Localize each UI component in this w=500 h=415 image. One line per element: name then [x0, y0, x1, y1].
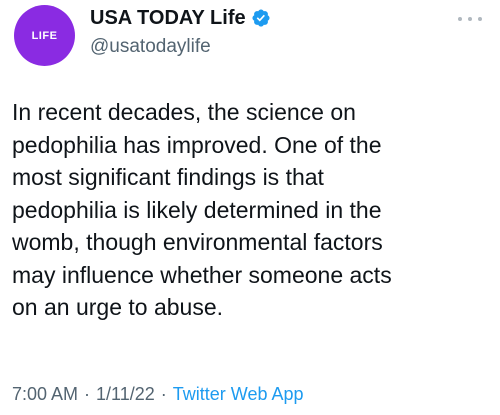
tweet-meta: 7:00 AM · 1/11/22 · Twitter Web App [12, 384, 304, 405]
tweet-card: LIFE USA TODAY Life @usatodaylife In rec… [0, 0, 500, 415]
avatar-label: LIFE [31, 29, 58, 42]
more-dot [478, 17, 482, 21]
verified-badge-icon [251, 8, 271, 28]
more-dot [458, 17, 462, 21]
meta-separator: · [84, 384, 91, 404]
handle[interactable]: @usatodaylife [90, 36, 271, 58]
source-app-link[interactable]: Twitter Web App [173, 384, 304, 405]
tweet-header: USA TODAY Life @usatodaylife [90, 6, 271, 58]
meta-separator: · [160, 384, 167, 404]
display-name[interactable]: USA TODAY Life [90, 7, 246, 30]
tweet-date[interactable]: 1/11/22 [96, 384, 155, 405]
more-options-icon[interactable] [458, 14, 482, 24]
tweet-time[interactable]: 7:00 AM [12, 384, 78, 405]
more-dot [468, 17, 472, 21]
name-row: USA TODAY Life [90, 6, 271, 30]
avatar[interactable]: LIFE [14, 5, 75, 66]
tweet-text: In recent decades, the science on pedoph… [12, 99, 392, 320]
